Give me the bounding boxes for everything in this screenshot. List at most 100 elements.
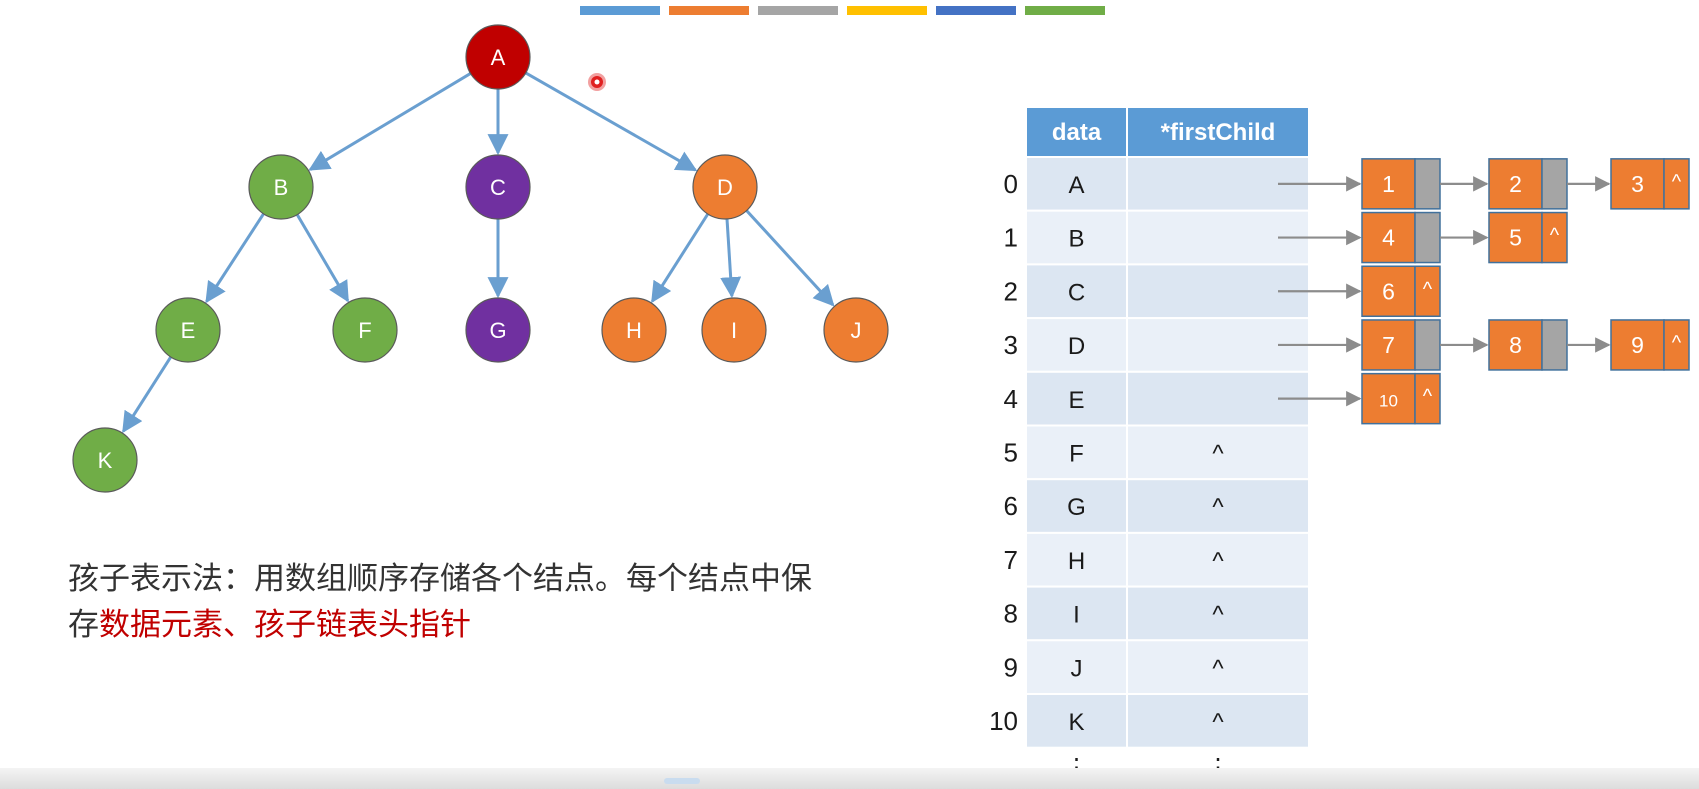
tree-edge-D-I (720, 218, 742, 299)
child-list-row-3: 7 8 9 ^ (1278, 319, 1690, 371)
tree-edge-B-F (295, 213, 350, 303)
child-list-node: 5 ^ (1488, 211, 1568, 264)
tree-node-J: J (823, 297, 889, 363)
color-bar-segment (936, 6, 1016, 15)
tree-node-F: F (332, 297, 398, 363)
row-data-value: D (1068, 333, 1085, 360)
tree-edges (122, 71, 835, 434)
row-index: 10 (989, 706, 1018, 736)
color-bar-segment (669, 6, 749, 15)
child-list-node: 9 ^ (1610, 319, 1690, 371)
child-list-node: 3 ^ (1610, 158, 1690, 210)
table-row: 8 I ^ (1004, 585, 1310, 642)
table-row: 1B (1004, 209, 1310, 266)
description-line-2: 存数据元素、孩子链表头指针 (68, 602, 968, 648)
description-line-1: 孩子表示法：用数组顺序存储各个结点。每个结点中保 (68, 561, 812, 597)
row-data-value: B (1068, 226, 1084, 253)
null-pointer-label: ^ (1550, 225, 1560, 247)
tree-edge-E-K (122, 356, 173, 434)
child-index-label: 5 (1509, 225, 1522, 251)
tree-node-D: D (692, 154, 758, 220)
child-list-node: 2 (1488, 158, 1611, 210)
child-index-label: 3 (1631, 171, 1644, 197)
table-row: 5 F ^ (1004, 424, 1310, 481)
tree-node-I: I (701, 297, 767, 363)
row-data-value: F (1069, 441, 1084, 468)
tree-node-E: E (155, 297, 221, 363)
tree-node-label: G (489, 318, 506, 343)
description-line-2-prefix: 存 (68, 607, 99, 643)
child-index-label: 1 (1382, 171, 1395, 197)
color-bar (580, 6, 1105, 15)
child-list-node: 4 (1361, 211, 1489, 264)
null-pointer-label: ^ (1672, 332, 1682, 354)
next-pointer-box (1414, 211, 1441, 264)
bottom-scrollbar[interactable] (0, 768, 1699, 789)
row-index: 8 (1004, 599, 1018, 629)
table-row: 7 H ^ (1004, 531, 1310, 588)
row-index: 4 (1004, 384, 1018, 414)
tree-edge-D-H (650, 213, 710, 304)
tree-node-label: K (98, 448, 113, 473)
table-row: 4E (1004, 370, 1310, 427)
tree-node-H: H (601, 297, 667, 363)
tree-node-label: E (181, 318, 196, 343)
row-index: 2 (1004, 276, 1018, 306)
description-text: 孩子表示法：用数组顺序存储各个结点。每个结点中保 存数据元素、孩子链表头指针 (68, 556, 968, 648)
child-index-label: 4 (1382, 225, 1395, 251)
tree-node-label: I (731, 318, 737, 343)
row-data-value: C (1068, 279, 1085, 306)
row-firstchild-value: ^ (1212, 494, 1224, 521)
tree-nodes: A B C D E F G H I J K (72, 24, 889, 493)
table-row: 10 K ^ (989, 693, 1310, 749)
child-linked-lists: 1 2 3 ^4 5 ^6 ^7 8 9 ^10 ^ (1278, 158, 1690, 425)
row-data-value: J (1071, 655, 1083, 682)
tree-edge-A-B (308, 72, 472, 171)
tree-node-label: H (626, 318, 642, 343)
row-firstchild-value: ^ (1212, 709, 1224, 736)
row-data-value: A (1068, 172, 1084, 199)
tree-node-A: A (465, 24, 531, 90)
table-row: 9 J ^ (1004, 639, 1310, 695)
table-row: 3D (1004, 317, 1310, 373)
table-row: 2C (1004, 263, 1310, 320)
child-list-row-1: 4 5 ^ (1278, 211, 1568, 264)
scrollbar-thumb[interactable] (664, 778, 700, 784)
color-bar-segment (580, 6, 660, 15)
row-index: 6 (1004, 491, 1018, 521)
row-index: 1 (1004, 223, 1018, 253)
null-pointer-label: ^ (1672, 171, 1682, 193)
child-index-label: 7 (1382, 332, 1395, 358)
next-pointer-box (1414, 319, 1441, 371)
tree-node-G: G (465, 297, 531, 363)
child-index-label: 2 (1509, 171, 1522, 197)
row-data-value: G (1067, 494, 1086, 521)
tree-node-C: C (465, 154, 531, 220)
child-array-table: data *firstChild0 A1 B2 C3 D4 E5 F ^6 G ^7 H ^8 I ^9 J ^… (989, 106, 1310, 782)
null-pointer-label: ^ (1423, 278, 1433, 300)
tree-node-label: J (851, 318, 862, 343)
row-firstchild-value: ^ (1212, 655, 1224, 682)
header-label-data: data (1052, 119, 1102, 146)
row-index: 5 (1004, 438, 1018, 468)
row-data-value: E (1068, 387, 1084, 414)
next-pointer-box (1414, 158, 1441, 210)
row-firstchild-value: ^ (1212, 602, 1224, 629)
child-index-label: 8 (1509, 332, 1522, 358)
row-data-value: I (1073, 602, 1080, 629)
child-list-node: 7 (1361, 319, 1489, 371)
child-list-row-0: 1 2 3 ^ (1278, 158, 1690, 210)
description-highlight: 数据元素、孩子链表头指针 (99, 607, 471, 643)
row-firstchild-value: ^ (1212, 548, 1224, 575)
row-data-value: K (1068, 709, 1084, 736)
tree-node-label: D (717, 175, 733, 200)
row-index: 0 (1004, 169, 1018, 199)
tree-node-label: B (274, 175, 289, 200)
tree-edge-B-E (205, 213, 265, 304)
child-index-label: 10 (1379, 392, 1398, 411)
row-data-value: H (1068, 548, 1085, 575)
table-row: 6 G ^ (1004, 478, 1310, 534)
tree-edge-A-D (525, 71, 698, 172)
row-index: 7 (1004, 545, 1018, 575)
tree-node-B: B (248, 154, 314, 220)
